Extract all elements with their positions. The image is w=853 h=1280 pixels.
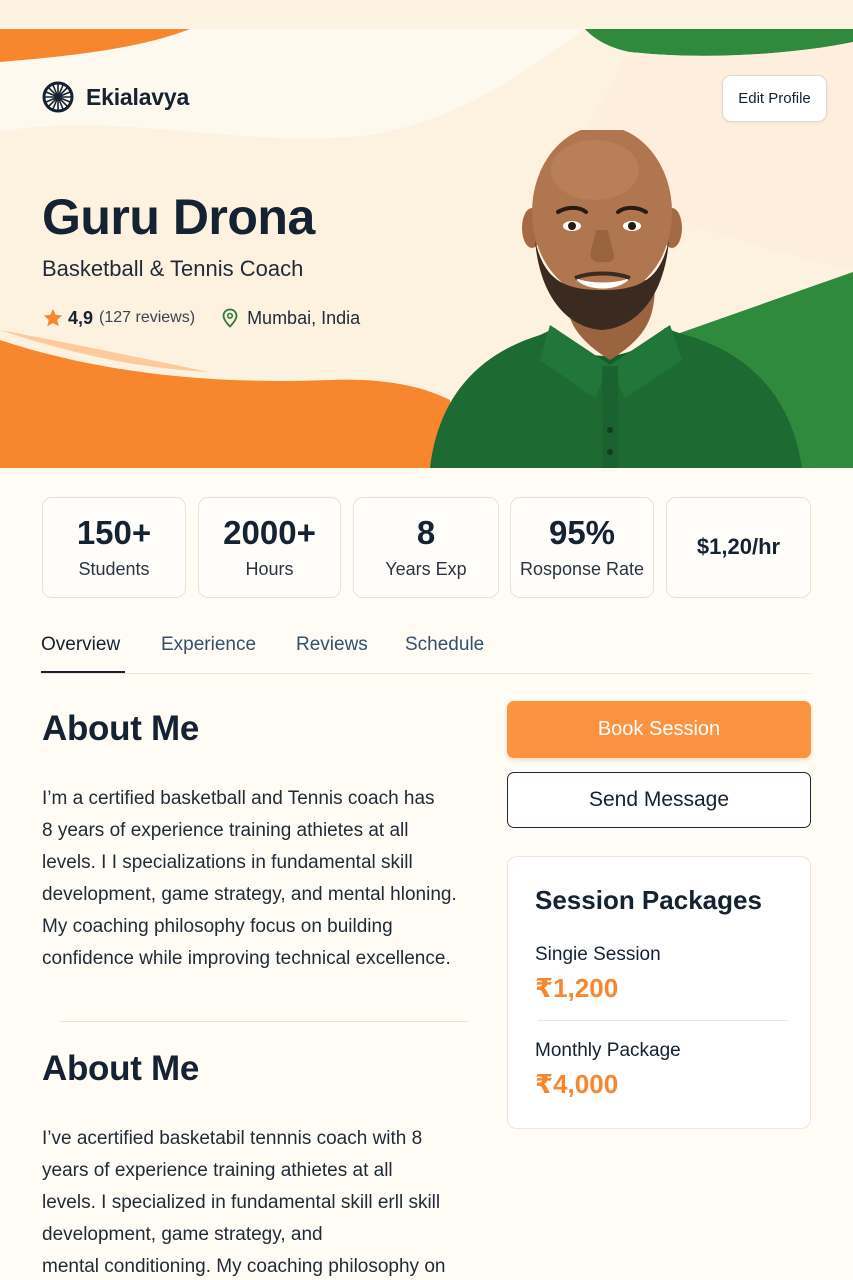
stat-value: 2000+ [223,513,316,551]
stat-years-exp: 8 Years Exp [353,497,499,598]
stat-value: 8 [416,513,436,551]
about-heading: About Me [42,709,200,748]
about-line: My coaching philosophy focus on building [42,916,393,937]
about-line: years of experience training athietes at… [42,1160,393,1181]
about-text: I’m a certified basketball and Tennis co… [42,783,482,975]
brand[interactable]: Ekialavya [42,81,189,113]
coach-portrait [430,130,802,468]
send-message-button[interactable]: Send Message [507,772,811,828]
about-line: levels. I I specializations in fundament… [42,852,413,873]
book-session-button[interactable]: Book Session [507,701,811,758]
active-tab-indicator [41,671,125,673]
package-name: Monthly Package [535,1040,681,1061]
about-line: levels. I specialized in fundamental ski… [42,1192,441,1213]
stat-label: Hours [245,559,294,580]
about-text-secondary: I’ve acertified basketabil tennnis coach… [42,1123,492,1280]
coach-name: Guru Drona [42,189,315,245]
session-packages-card: Session Packages Singie Session ₹1,200 M… [507,856,811,1129]
stat-value: 150+ [76,513,152,551]
package-price: ₹1,200 [535,973,619,1003]
brand-name: Ekialavya [86,83,190,110]
profile-tabs: Overview Experience Reviews Schedule [41,624,811,674]
package-name: Singie Session [535,944,661,965]
tab-overview[interactable]: Overview [41,634,120,656]
about-heading-secondary: About Me [42,1049,200,1088]
packages-title: Session Packages [535,885,762,915]
about-line: mental conditioning. My coaching philoso… [42,1256,446,1277]
package-price: ₹4,000 [535,1069,619,1099]
about-line: development, game strategy, and mental h… [42,884,457,905]
location-pin-icon [222,308,238,328]
location-text: Mumbai, India [247,307,361,328]
stat-label: Years Exp [385,559,467,580]
reviews-count[interactable]: (127 reviews) [99,309,195,327]
tab-reviews[interactable]: Reviews [296,634,368,656]
about-line: development, game strategy, and [42,1224,323,1245]
stat-hourly-rate: $1,20/hr [666,497,811,598]
about-line: confidence while improving technical exc… [42,948,451,969]
profile-meta: 4,9 (127 reviews) Mumbai, India [42,306,360,330]
stat-response-rate: 95% Rosponse Rate [510,497,654,598]
chakra-logo-icon [42,81,74,113]
tab-schedule[interactable]: Schedule [405,634,484,656]
star-icon [43,308,63,327]
rating-value: 4,9 [68,307,94,328]
tab-experience[interactable]: Experience [161,634,256,656]
stat-value: $1,20/hr [696,534,781,560]
package-divider [538,1020,788,1021]
about-line: 8 years of experience training athietes … [42,820,409,841]
edit-profile-button[interactable]: Edit Profile [722,75,827,122]
stat-students: 150+ Students [42,497,186,598]
stat-hours: 2000+ Hours [198,497,341,598]
profile-hero: Ekialavya Edit Profile Guru Drona Basket… [0,0,853,468]
section-divider [60,1021,468,1022]
coach-title: Basketball & Tennis Coach [42,256,304,281]
stat-label: Students [78,559,150,580]
about-line: I’m a certified basketball and Tennis co… [42,788,435,809]
stat-label: Rosponse Rate [519,559,645,580]
stat-value: 95% [548,513,616,551]
about-line: I’ve acertified basketabil tennnis coach… [42,1128,423,1149]
